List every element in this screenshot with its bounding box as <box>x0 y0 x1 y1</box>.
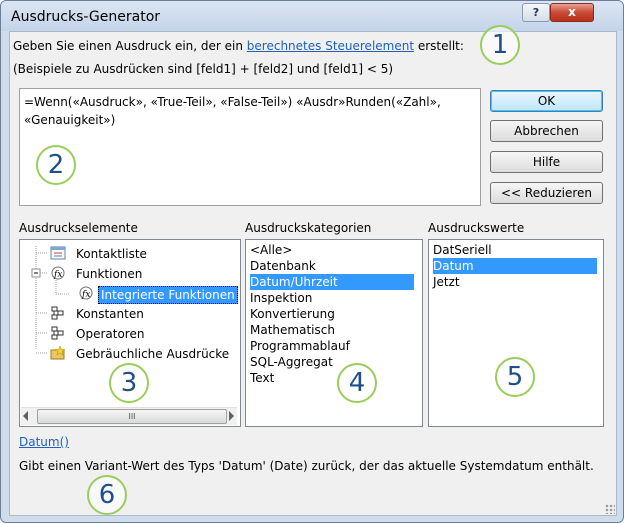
elements-label: Ausdruckselemente <box>19 221 138 235</box>
function-icon: fx <box>50 266 66 280</box>
category-item[interactable]: Text <box>250 370 274 386</box>
title-bar: Ausdrucks-Generator ? x <box>1 1 623 31</box>
category-item[interactable]: Programmablauf <box>250 338 350 354</box>
category-item[interactable]: <Alle> <box>250 242 292 258</box>
function-signature-link[interactable]: Datum() <box>19 435 69 449</box>
tree-item-operators[interactable]: Operatoren <box>76 326 144 342</box>
folder-tree-icon <box>50 306 66 320</box>
category-item[interactable]: SQL-Aggregat <box>250 354 333 370</box>
tree-item-common-expressions[interactable]: Gebräuchliche Ausdrücke <box>76 346 229 362</box>
value-item-selected[interactable]: Datum <box>433 258 597 274</box>
tree-item-functions[interactable]: Funktionen <box>76 266 142 282</box>
cancel-button[interactable]: Abbrechen <box>490 120 603 142</box>
callout-2: 2 <box>36 145 76 185</box>
dialog-window: Ausdrucks-Generator ? x Geben Sie einen … <box>0 0 624 523</box>
intro-text-end: erstellt: <box>414 39 464 53</box>
help-button[interactable]: Hilfe <box>490 151 603 173</box>
categories-list[interactable]: <Alle> Datenbank Datum/Uhrzeit Inspektio… <box>245 239 423 427</box>
callout-5: 5 <box>495 357 535 397</box>
svg-text:fx: fx <box>81 290 90 300</box>
callout-4: 4 <box>337 363 377 403</box>
tree-item-builtin-functions[interactable]: Integrierte Funktionen <box>98 286 238 304</box>
category-item-selected[interactable]: Datum/Uhrzeit <box>250 274 414 290</box>
category-item[interactable]: Mathematisch <box>250 322 335 338</box>
star-folder-icon <box>50 345 66 360</box>
intro-line-1: Geben Sie einen Ausdruck ein, der ein be… <box>13 39 464 53</box>
form-icon <box>50 246 66 260</box>
expression-text[interactable]: =Wenn(«Ausdruck», «True-Teil», «False-Te… <box>24 93 474 129</box>
category-item[interactable]: Datenbank <box>250 258 316 274</box>
value-item[interactable]: Jetzt <box>433 274 460 290</box>
scroll-right-arrow-icon[interactable] <box>229 411 234 421</box>
tree-item-constants[interactable]: Konstanten <box>76 306 144 322</box>
calculated-control-link[interactable]: berechnetes Steuerelement <box>247 39 414 53</box>
intro-line-2: (Beispiele zu Ausdrücken sind [feld1] + … <box>13 62 394 76</box>
scroll-thumb[interactable]: III <box>37 409 227 424</box>
ok-button[interactable]: OK <box>490 90 603 112</box>
intro-text: Geben Sie einen Ausdruck ein, der ein <box>13 39 247 53</box>
category-item[interactable]: Inspektion <box>250 290 312 306</box>
resize-grip-icon[interactable] <box>605 504 615 514</box>
tree-item-contact-list[interactable]: Kontaktliste <box>76 246 147 262</box>
values-label: Ausdruckswerte <box>428 221 525 235</box>
horizontal-scrollbar[interactable]: III <box>21 407 237 425</box>
category-item[interactable]: Konvertierung <box>250 306 335 322</box>
svg-text:fx: fx <box>53 270 62 280</box>
categories-label: Ausdruckskategorien <box>245 221 372 235</box>
values-list[interactable]: DatSeriell Datum Jetzt <box>428 239 604 427</box>
value-item[interactable]: DatSeriell <box>433 242 492 258</box>
expression-editor[interactable]: =Wenn(«Ausdruck», «True-Teil», «False-Te… <box>19 88 481 206</box>
function-icon: fx <box>78 286 94 300</box>
callout-3: 3 <box>109 363 149 403</box>
function-description: Gibt einen Variant-Wert des Typs 'Datum'… <box>19 459 594 473</box>
folder-tree-icon <box>50 326 66 340</box>
close-button[interactable]: x <box>550 3 594 22</box>
window-title: Ausdrucks-Generator <box>11 9 161 25</box>
callout-1: 1 <box>480 25 520 65</box>
reduce-button[interactable]: << Reduzieren <box>490 182 603 204</box>
scroll-left-arrow-icon[interactable] <box>23 411 28 421</box>
help-title-button[interactable]: ? <box>522 3 550 22</box>
callout-6: 6 <box>87 475 127 515</box>
